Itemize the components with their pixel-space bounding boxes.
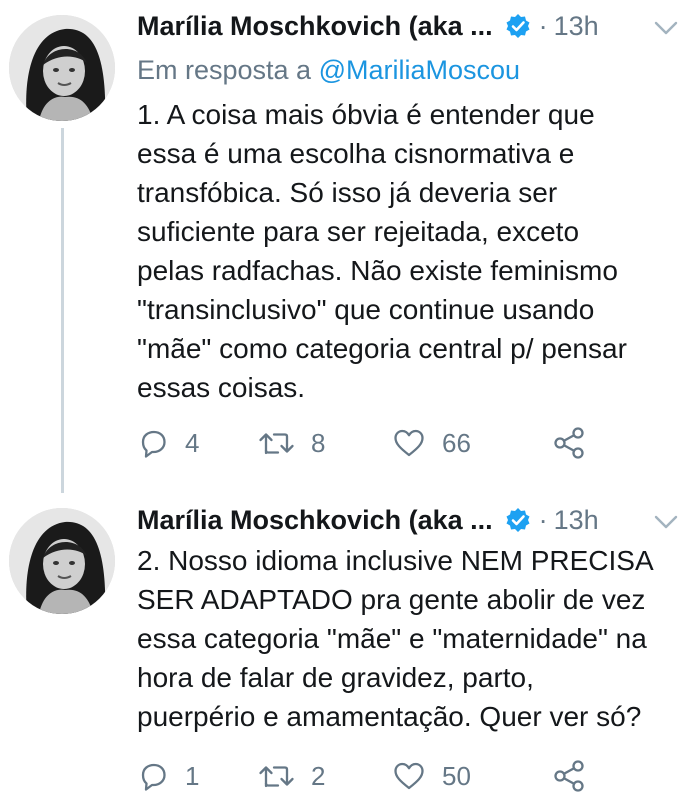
tweet-header: Marília Moschkovich (aka ... · 13h <box>137 9 599 43</box>
verified-badge-icon <box>505 507 531 533</box>
tweet-actions: 1 2 50 <box>137 756 607 796</box>
chevron-down-icon[interactable] <box>652 512 682 534</box>
reply-count: 1 <box>185 760 200 791</box>
reply-prefix: Em resposta a <box>137 55 319 85</box>
heart-icon <box>392 760 426 792</box>
retweet-count: 2 <box>311 760 326 791</box>
like-count: 66 <box>442 427 471 458</box>
verified-badge-icon <box>505 13 531 39</box>
author-name[interactable]: Marília Moschkovich (aka ... <box>137 505 493 536</box>
reply-context: Em resposta a @MariliaMoscou <box>137 55 520 86</box>
separator-dot: · <box>538 10 548 41</box>
like-count: 50 <box>442 760 471 791</box>
share-button[interactable] <box>552 423 586 463</box>
tweet-header: Marília Moschkovich (aka ... · 13h <box>137 503 599 537</box>
like-button[interactable]: 66 <box>392 423 471 463</box>
reply-icon <box>137 427 169 459</box>
timestamp[interactable]: 13h <box>554 505 599 536</box>
share-icon <box>552 759 586 793</box>
reply-icon <box>137 760 169 792</box>
retweet-count: 8 <box>311 427 326 458</box>
retweet-button[interactable]: 2 <box>257 756 325 796</box>
reply-button[interactable]: 1 <box>137 756 199 796</box>
retweet-button[interactable]: 8 <box>257 423 325 463</box>
reply-button[interactable]: 4 <box>137 423 199 463</box>
retweet-icon <box>257 760 295 792</box>
share-button[interactable] <box>552 756 586 796</box>
tweet-text: 1. A coisa mais óbvia é entender que ess… <box>137 99 627 403</box>
heart-icon <box>392 427 426 459</box>
separator-dot: · <box>538 504 548 535</box>
retweet-icon <box>257 427 295 459</box>
avatar[interactable] <box>9 508 115 614</box>
share-icon <box>552 426 586 460</box>
tweet-actions: 4 8 66 <box>137 423 607 463</box>
chevron-down-icon[interactable] <box>652 18 682 40</box>
reply-count: 4 <box>185 427 200 458</box>
author-name[interactable]: Marília Moschkovich (aka ... <box>137 11 493 42</box>
avatar[interactable] <box>9 15 115 121</box>
timestamp[interactable]: 13h <box>554 11 599 42</box>
reply-mention-link[interactable]: @MariliaMoscou <box>319 55 520 85</box>
like-button[interactable]: 50 <box>392 756 471 796</box>
thread-connector-line <box>61 128 64 493</box>
tweet-text: 2. Nosso idioma inclusive NEM PRECISA SE… <box>137 545 654 732</box>
